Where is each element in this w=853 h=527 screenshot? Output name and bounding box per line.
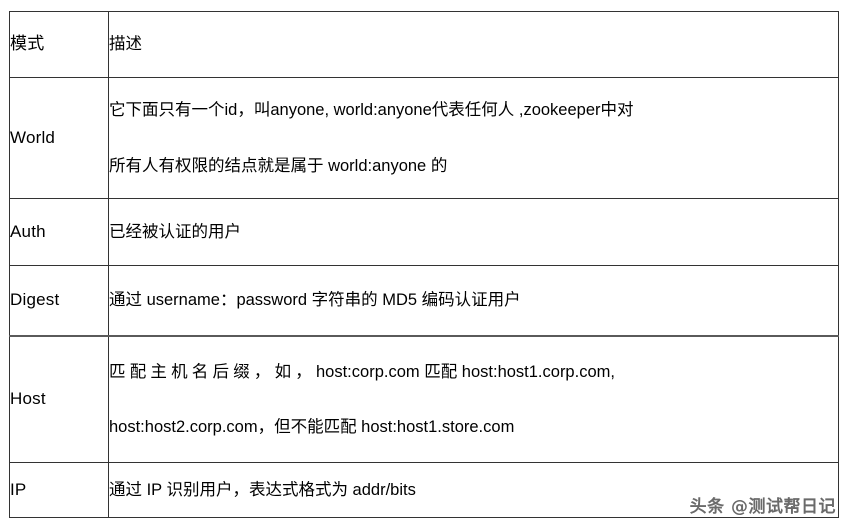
cell-description-ip: 通过 IP 识别用户，表达式格式为 addr/bits (108, 462, 839, 518)
cell-mode-digest: Digest (9, 265, 109, 337)
cell-description-world: 它下面只有一个id，叫anyone, world:anyone代表任何人 ,zo… (108, 77, 839, 199)
mode-label: Auth (10, 221, 46, 241)
description-line: 已经被认证的用户 (109, 222, 241, 241)
description-line: host:host2.corp.com，但不能匹配 host:host1.sto… (109, 418, 515, 436)
table-row: Auth 已经被认证的用户 (9, 198, 839, 266)
header-label-description: 描述 (109, 35, 142, 54)
header-cell-description: 描述 (108, 11, 839, 78)
description-line: 它下面只有一个id，叫anyone, world:anyone代表任何人 ,zo… (109, 101, 634, 120)
mode-label: World (10, 127, 56, 147)
table-row: World 它下面只有一个id，叫anyone, world:anyone代表任… (9, 77, 839, 199)
description-line: 所有人有权限的结点就是属于 world:anyone 的 (109, 156, 448, 175)
page-root: 模式 描述 World 它下面只有一个id，叫anyone, world:any… (0, 0, 853, 527)
mode-label: IP (10, 479, 27, 499)
cell-description-digest: 通过 username：password 字符串的 MD5 编码认证用户 (108, 265, 839, 337)
description-segment-tracked: 匹配主机名后缀，如， (109, 362, 316, 381)
acl-scheme-table: 模式 描述 World 它下面只有一个id，叫anyone, world:any… (9, 11, 839, 518)
cell-mode-auth: Auth (9, 198, 109, 266)
cell-description-auth: 已经被认证的用户 (108, 198, 839, 266)
table-row: IP 通过 IP 识别用户，表达式格式为 addr/bits (9, 462, 839, 518)
cell-mode-host: Host (9, 335, 109, 463)
description-line: 匹配主机名后缀，如，host:corp.com 匹配 host:host1.co… (109, 361, 838, 383)
description-segment: host:corp.com 匹配 host:host1.corp.com, (316, 362, 615, 381)
mode-label: Host (10, 389, 46, 409)
table-row: Digest 通过 username：password 字符串的 MD5 编码认… (9, 265, 839, 337)
table-header-row: 模式 描述 (9, 11, 839, 78)
header-cell-mode: 模式 (9, 11, 109, 78)
description-line: 通过 IP 识别用户，表达式格式为 addr/bits (109, 480, 416, 499)
table-row: Host 匹配主机名后缀，如，host:corp.com 匹配 host:hos… (9, 335, 839, 463)
mode-label: Digest (10, 290, 60, 310)
cell-mode-ip: IP (9, 462, 109, 518)
header-label-mode: 模式 (10, 34, 45, 54)
cell-description-host: 匹配主机名后缀，如，host:corp.com 匹配 host:host1.co… (108, 335, 839, 463)
description-line: 通过 username：password 字符串的 MD5 编码认证用户 (109, 291, 521, 310)
cell-mode-world: World (9, 77, 109, 199)
